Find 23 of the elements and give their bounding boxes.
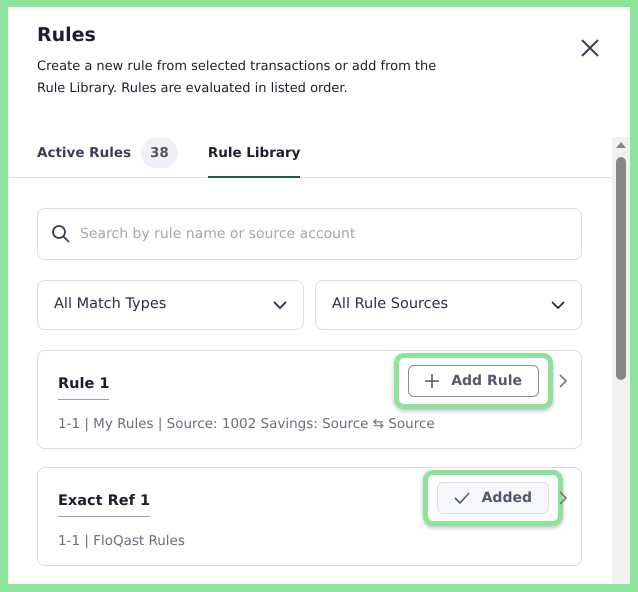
dialog-title: Rules: [37, 24, 96, 47]
search-field[interactable]: Search by rule name or source account: [37, 208, 582, 260]
dialog-description: Create a new rule from selected transactions or add from the Rule Library. Rules are evaluated in listed order.: [37, 58, 438, 98]
plus-icon: [425, 374, 440, 388]
rule-name: Exact Ref 1: [58, 491, 150, 517]
rule-name: Rule 1: [58, 374, 110, 400]
chevron-right-icon: [559, 491, 567, 505]
search-icon: [51, 224, 71, 244]
scroll-up-icon[interactable]: [615, 141, 627, 149]
rule-details: 1-1 | My Rules | Source: 1002 Savings: Source ⇆ Source: [58, 414, 436, 434]
rule-details: 1-1 | FloQast Rules: [58, 532, 186, 551]
filter-dropdown[interactable]: All Match Types: [37, 280, 304, 330]
chevron-down-icon: [273, 301, 287, 309]
tab[interactable]: Active Rules 38: [37, 130, 178, 178]
added-button[interactable]: Added: [436, 482, 549, 514]
tab[interactable]: Rule Library: [208, 130, 300, 178]
add-rule-button[interactable]: Add Rule: [408, 365, 539, 397]
chevron-right-icon: [559, 374, 567, 388]
chevron-down-icon: [551, 301, 565, 309]
count-badge: 38: [141, 138, 178, 168]
scrollbar[interactable]: [612, 137, 630, 584]
check-icon: [454, 492, 470, 504]
filter-dropdown[interactable]: All Rule Sources: [315, 280, 582, 330]
